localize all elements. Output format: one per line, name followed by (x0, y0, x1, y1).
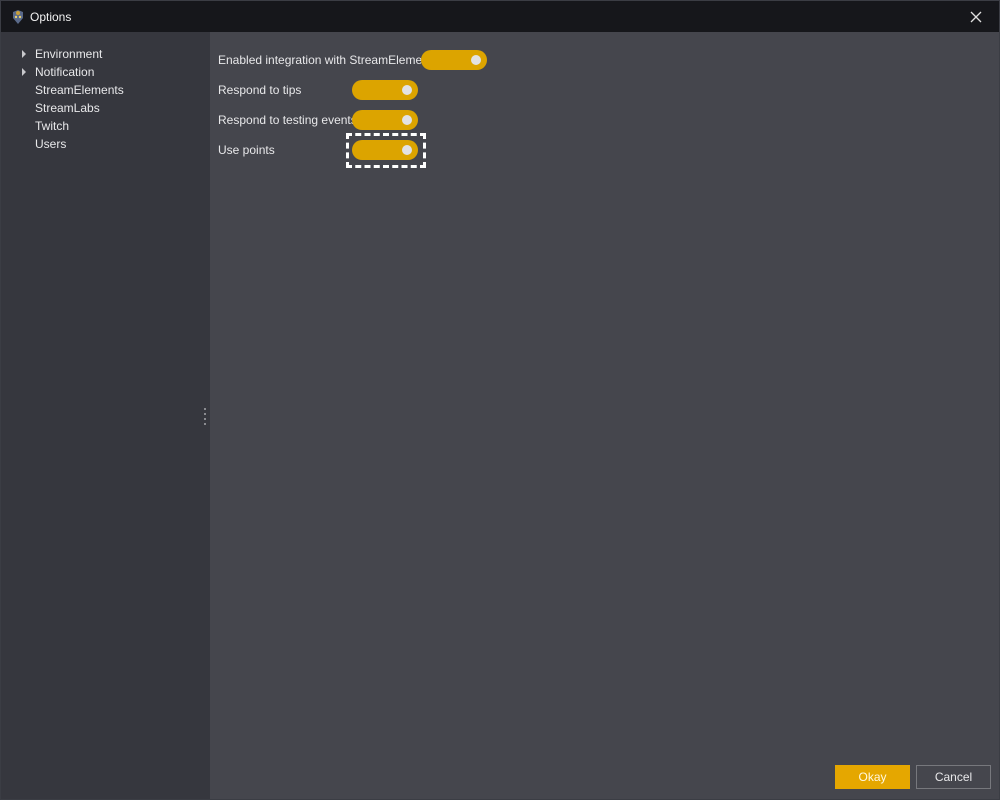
toggle-knob (402, 85, 412, 95)
toggle-knob (402, 115, 412, 125)
tree-item-environment[interactable]: Environment (1, 45, 201, 63)
setting-row-respond-testing-events: Respond to testing events (218, 109, 357, 131)
tree-item-twitch[interactable]: Twitch (1, 117, 201, 135)
tree-item-label: Twitch (35, 119, 70, 133)
tree-item-streamelements[interactable]: StreamElements (1, 81, 201, 99)
setting-label: Respond to testing events (218, 113, 357, 127)
window-title: Options (30, 9, 72, 24)
tree-item-label: StreamElements (35, 83, 124, 97)
close-icon (970, 11, 982, 22)
tree-item-users[interactable]: Users (1, 135, 201, 153)
expand-arrow-icon[interactable] (22, 50, 26, 58)
tree-item-label: Users (35, 137, 67, 151)
settings-panel: Enabled integration with StreamElements … (210, 32, 999, 799)
toggle-knob (471, 55, 481, 65)
use-points-toggle[interactable] (352, 140, 418, 160)
options-window: Options Environment Notification StreamE… (0, 0, 1000, 800)
close-button[interactable] (953, 1, 999, 32)
tree-item-streamlabs[interactable]: StreamLabs (1, 99, 201, 117)
setting-row-streamelements-integration: Enabled integration with StreamElements (218, 49, 438, 71)
app-logo-icon (10, 9, 26, 25)
setting-label: Enabled integration with StreamElements (218, 53, 439, 67)
respond-tips-toggle[interactable] (352, 80, 418, 100)
splitter-handle[interactable] (204, 406, 207, 426)
respond-testing-events-toggle[interactable] (352, 110, 418, 130)
okay-button[interactable]: Okay (835, 765, 910, 789)
setting-label: Respond to tips (218, 83, 302, 97)
tree-item-label: StreamLabs (35, 101, 100, 115)
setting-row-respond-tips: Respond to tips (218, 79, 301, 101)
setting-row-use-points: Use points (218, 139, 275, 161)
options-tree: Environment Notification StreamElements … (1, 32, 210, 799)
streamelements-integration-toggle[interactable] (421, 50, 487, 70)
tree-item-label: Notification (35, 65, 95, 79)
setting-label: Use points (218, 143, 275, 157)
tree-item-label: Environment (35, 47, 103, 61)
tree-item-notification[interactable]: Notification (1, 63, 201, 81)
toggle-knob (402, 145, 412, 155)
cancel-button[interactable]: Cancel (916, 765, 991, 789)
title-bar: Options (1, 1, 999, 32)
expand-arrow-icon[interactable] (22, 68, 26, 76)
